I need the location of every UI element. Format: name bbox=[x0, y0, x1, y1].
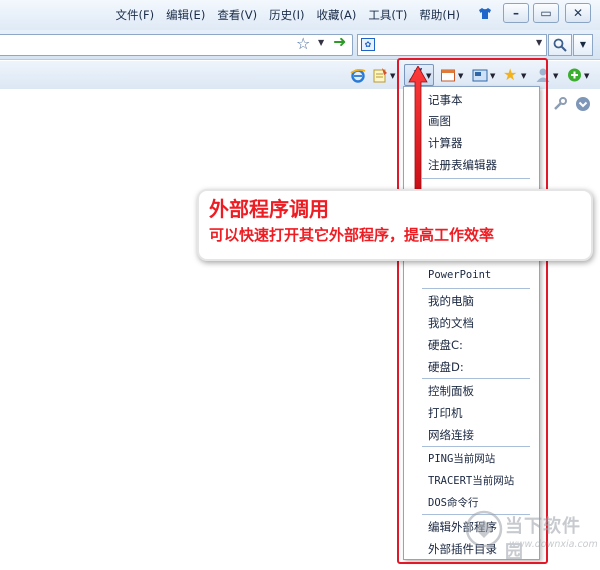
menu-file[interactable]: 文件(F) bbox=[115, 7, 154, 23]
menu-tools[interactable]: 工具(T) bbox=[368, 7, 407, 23]
url-dropdown-arrow-icon[interactable]: ▼ bbox=[318, 38, 324, 47]
search-dropdown-arrow-icon[interactable]: ▼ bbox=[536, 38, 542, 47]
notes-dropdown-arrow-icon[interactable]: ▼ bbox=[390, 72, 395, 80]
search-input[interactable] bbox=[357, 34, 547, 56]
callout-title: 外部程序调用 bbox=[209, 197, 329, 221]
search-button[interactable] bbox=[548, 34, 572, 56]
watermark-name: 当下软件园 bbox=[505, 516, 581, 563]
menu-help[interactable]: 帮助(H) bbox=[419, 7, 460, 23]
minimize-button[interactable]: – bbox=[503, 3, 529, 23]
notes-icon[interactable] bbox=[372, 66, 388, 84]
callout-description: 可以快速打开其它外部程序，提高工作效率 bbox=[209, 226, 495, 244]
menu-favorites[interactable]: 收藏(A) bbox=[317, 7, 357, 23]
annotation-callout: 外部程序调用 可以快速打开其它外部程序，提高工作效率 bbox=[197, 189, 593, 261]
watermark: 当下软件园 www.downxia.com bbox=[455, 508, 598, 563]
annotation-arrow-icon bbox=[408, 66, 428, 195]
address-bar: ☆ ▼ ➜ ✿ ▼ ▼ bbox=[0, 30, 600, 60]
menu-edit[interactable]: 编辑(E) bbox=[166, 7, 205, 23]
skin-shirt-icon[interactable] bbox=[478, 7, 492, 20]
watermark-logo-icon bbox=[465, 510, 503, 548]
search-icon bbox=[553, 38, 567, 52]
wrench-icon[interactable] bbox=[552, 96, 568, 112]
options-chevron-icon[interactable] bbox=[575, 96, 591, 112]
menu-view[interactable]: 查看(V) bbox=[217, 7, 257, 23]
search-options-button[interactable]: ▼ bbox=[573, 34, 593, 56]
baidu-paw-icon[interactable]: ✿ bbox=[361, 38, 375, 51]
maximize-button[interactable]: ▭ bbox=[533, 3, 559, 23]
menu-history[interactable]: 历史(I) bbox=[269, 7, 304, 23]
add-dropdown-arrow-icon[interactable]: ▼ bbox=[584, 72, 589, 80]
watermark-url: www.downxia.com bbox=[509, 539, 598, 550]
go-arrow-icon[interactable]: ➜ bbox=[333, 32, 346, 51]
menu-bar: 文件(F) 编辑(E) 查看(V) 历史(I) 收藏(A) 工具(T) 帮助(H… bbox=[0, 0, 600, 30]
close-button[interactable]: ✕ bbox=[565, 3, 591, 23]
user-dropdown-arrow-icon[interactable]: ▼ bbox=[553, 72, 558, 80]
ie-icon[interactable] bbox=[350, 66, 366, 84]
add-icon[interactable] bbox=[567, 66, 582, 84]
menu-items: 文件(F) 编辑(E) 查看(V) 历史(I) 收藏(A) 工具(T) 帮助(H… bbox=[115, 7, 460, 23]
add-favorite-star-icon[interactable]: ☆ bbox=[296, 34, 310, 53]
